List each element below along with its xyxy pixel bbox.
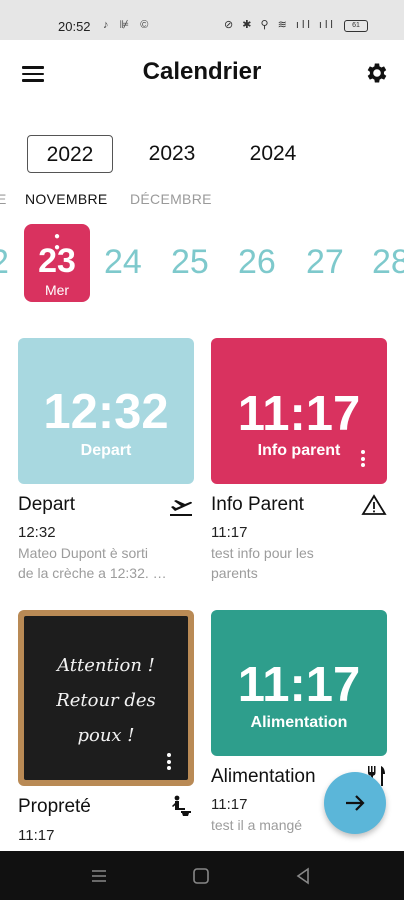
arrow-right-icon [346,795,365,811]
card-time: 11:17 [18,827,55,844]
tile-label: Alimentation [250,714,348,731]
chalkboard-text: Retour des [56,690,156,711]
status-time: 20:52 [58,19,91,34]
card-time: 11:17 [211,796,248,813]
more-options-icon[interactable] [167,753,173,773]
warning-icon [361,494,387,515]
day-27[interactable]: 27 [306,238,344,286]
recent-apps-icon[interactable] [90,867,108,885]
system-status-icons: ⊘ ✱ ⚲ ≋ ıll ıll [224,19,336,31]
next-fab-button[interactable] [324,772,386,834]
card-title: Info Parent [211,494,304,515]
year-2024[interactable]: 2024 [230,135,316,173]
card-description: Mateo Dupont è sorti de la crèche a 12:3… [18,543,188,583]
chalkboard-text: Attention ! [57,655,155,676]
event-image-chalkboard[interactable]: Attention ! Retour des poux ! [18,610,194,786]
month-november[interactable]: NOVEMBRE [25,191,108,207]
app-bar: Calendrier [0,40,404,106]
card-title: Depart [18,494,76,515]
day-28[interactable]: 28 [372,238,404,286]
card-description-line: test info pour les [211,545,314,561]
card-title: Propreté [18,796,91,817]
potty-icon [172,795,191,816]
day-26[interactable]: 26 [238,238,276,286]
chalkboard-text: poux ! [77,725,135,746]
chalkboard-image: Attention ! Retour des poux ! [24,616,188,780]
card-description-line: de la crèche a 12:32. … [18,565,167,581]
day-24[interactable]: 24 [104,238,142,286]
more-options-icon[interactable] [361,450,367,470]
day-number: 23 [38,242,76,280]
event-tile-depart[interactable]: 12:32 Depart [18,338,194,484]
tile-time: 11:17 [237,658,361,712]
gear-icon[interactable] [364,60,390,86]
airplane-departure-icon [170,500,192,516]
month-previous[interactable]: E [0,191,7,207]
month-december[interactable]: DÉCEMBRE [130,191,212,207]
day-weekday: Mer [44,282,70,298]
back-nav-icon[interactable] [294,867,312,885]
page-title: Calendrier [142,58,262,85]
day-previous[interactable]: 2 [0,238,9,286]
card-title: Alimentation [211,766,316,787]
tile-time: 11:17 [237,387,361,441]
card-time: 11:17 [211,524,248,541]
tile-time: 12:32 [43,385,169,439]
notification-icons: ♪ ⊯ © [103,19,153,31]
day-25[interactable]: 25 [171,238,209,286]
year-2023[interactable]: 2023 [129,135,215,173]
event-tile-info-parent[interactable]: 11:17 Info parent [211,338,387,484]
status-bar: 20:52 ♪ ⊯ © ⊘ ✱ ⚲ ≋ ıll ıll 61 [0,0,404,40]
home-nav-icon[interactable] [192,867,210,885]
event-tile-alimentation[interactable]: 11:17 Alimentation [211,610,387,756]
day-selected[interactable]: ● ● 23 Mer [24,224,90,302]
tile-label: Depart [80,442,132,459]
battery-icon: 61 [344,20,368,32]
card-description: test info pour les parents [211,543,381,583]
card-description-line: parents [211,565,258,581]
card-description-line: Mateo Dupont è sorti [18,545,148,561]
system-nav-bar [0,851,404,900]
card-time: 12:32 [18,524,56,541]
year-2022[interactable]: 2022 [27,135,113,173]
